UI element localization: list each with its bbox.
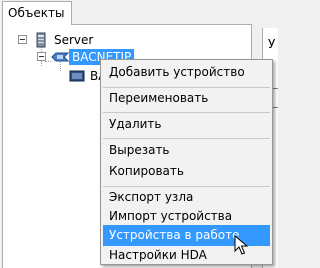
menu-item-cut[interactable]: Вырезать — [103, 140, 270, 161]
menu-separator — [103, 138, 270, 139]
server-icon — [34, 32, 48, 51]
collapse-icon[interactable] — [37, 52, 46, 61]
menu-item-export-node[interactable]: Экспорт узла — [103, 187, 270, 208]
device-icon — [69, 69, 85, 86]
menu-item-rename[interactable]: Переименовать — [103, 88, 270, 109]
collapse-icon[interactable] — [18, 35, 27, 44]
menu-item-delete[interactable]: Удалить — [103, 114, 270, 135]
menu-separator — [103, 112, 270, 113]
tree-node-server[interactable]: Server — [54, 33, 93, 47]
properties-label: У — [268, 37, 276, 51]
tab-strip: Объекты — [0, 0, 278, 25]
menu-item-import-device[interactable]: Импорт устройства — [103, 206, 270, 227]
tab-objects[interactable]: Объекты — [2, 1, 72, 25]
mouse-pointer-icon — [234, 234, 250, 257]
menu-item-copy[interactable]: Копировать — [103, 161, 270, 182]
menu-item-add-device[interactable]: Добавить устройство — [103, 62, 270, 83]
network-icon — [51, 50, 70, 67]
